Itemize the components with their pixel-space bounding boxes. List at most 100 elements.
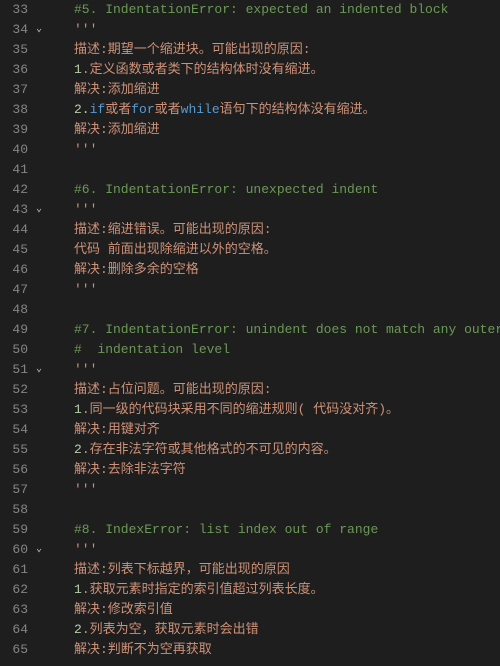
code-token: 1 (74, 402, 82, 417)
code-token: #6. IndentationError: unexpected indent (74, 182, 378, 197)
code-line[interactable]: ''' (46, 360, 500, 380)
code-token: 语句下的结构体没有缩进。 (220, 102, 376, 117)
line-number: 57 (0, 480, 28, 500)
chevron-down-icon[interactable]: ⌄ (32, 540, 46, 560)
code-line[interactable]: 描述:占位问题。可能出现的原因: (46, 380, 500, 400)
code-line[interactable]: # indentation level (46, 340, 500, 360)
code-line[interactable] (46, 500, 500, 520)
code-line[interactable]: #6. IndentationError: unexpected indent (46, 180, 500, 200)
code-token: 描述:占位问题。可能出现的原因: (74, 382, 272, 397)
line-number: 43 (0, 200, 28, 220)
code-token: ''' (74, 362, 97, 377)
line-number: 47 (0, 280, 28, 300)
code-token: #8. IndexError: list index out of range (74, 522, 378, 537)
code-line[interactable]: 2.列表为空，获取元素时会出错 (46, 620, 500, 640)
code-line[interactable]: ''' (46, 140, 500, 160)
code-line[interactable]: 解决:删除多余的空格 (46, 260, 500, 280)
code-token: .定义函数或者类下的结构体时没有缩进。 (82, 62, 324, 77)
code-token: .同一级的代码块采用不同的缩进规则( 代码没对齐)。 (82, 402, 399, 417)
line-number: 45 (0, 240, 28, 260)
line-number: 56 (0, 460, 28, 480)
code-line[interactable]: 描述:缩进错误。可能出现的原因: (46, 220, 500, 240)
chevron-down-icon[interactable]: ⌄ (32, 20, 46, 40)
code-line[interactable]: 解决:添加缩进 (46, 120, 500, 140)
code-line[interactable]: #7. IndentationError: unindent does not … (46, 320, 500, 340)
code-token: 描述:缩进错误。可能出现的原因: (74, 222, 272, 237)
line-number: 63 (0, 600, 28, 620)
code-token: 或者 (105, 102, 131, 117)
code-line[interactable]: ''' (46, 540, 500, 560)
code-line[interactable]: 解决:修改索引值 (46, 600, 500, 620)
code-token: 或者 (155, 102, 181, 117)
code-line[interactable]: 1.同一级的代码块采用不同的缩进规则( 代码没对齐)。 (46, 400, 500, 420)
line-number: 58 (0, 500, 28, 520)
code-token: 解决:添加缩进 (74, 82, 160, 97)
code-line[interactable]: #5. IndentationError: expected an indent… (46, 0, 500, 20)
code-token: .列表为空，获取元素时会出错 (82, 622, 259, 637)
code-line[interactable]: 2.存在非法字符或其他格式的不可见的内容。 (46, 440, 500, 460)
line-number: 65 (0, 640, 28, 660)
code-token: 2 (74, 622, 82, 637)
chevron-down-icon[interactable]: ⌄ (32, 200, 46, 220)
fold-column: ⌄ ⌄ ⌄ ⌄ (32, 0, 46, 666)
chevron-down-icon[interactable]: ⌄ (32, 360, 46, 380)
line-number: 60 (0, 540, 28, 560)
code-line[interactable]: ''' (46, 480, 500, 500)
line-number: 50 (0, 340, 28, 360)
code-token: ''' (74, 542, 97, 557)
code-line[interactable]: ''' (46, 20, 500, 40)
code-token: .存在非法字符或其他格式的不可见的内容。 (82, 442, 337, 457)
code-area[interactable]: #5. IndentationError: expected an indent… (46, 0, 500, 666)
code-token: ''' (74, 202, 97, 217)
code-token: # indentation level (74, 342, 230, 357)
line-number: 55 (0, 440, 28, 460)
line-number: 54 (0, 420, 28, 440)
code-line[interactable]: #8. IndexError: list index out of range (46, 520, 500, 540)
code-line[interactable]: ''' (46, 280, 500, 300)
line-number: 44 (0, 220, 28, 240)
line-number: 35 (0, 40, 28, 60)
code-line[interactable]: 代码 前面出现除缩进以外的空格。 (46, 240, 500, 260)
code-token: 描述:期望一个缩进块。可能出现的原因: (74, 42, 311, 57)
line-number: 33 (0, 0, 28, 20)
code-token: 代码 前面出现除缩进以外的空格。 (74, 242, 277, 257)
code-token: for (131, 102, 154, 117)
code-line[interactable]: 解决:去除非法字符 (46, 460, 500, 480)
code-token: 描述:列表下标越界，可能出现的原因 (74, 562, 290, 577)
line-number: 59 (0, 520, 28, 540)
code-line[interactable]: 描述:列表下标越界，可能出现的原因 (46, 560, 500, 580)
code-line[interactable]: 1.定义函数或者类下的结构体时没有缩进。 (46, 60, 500, 80)
code-line[interactable]: 1.获取元素时指定的索引值超过列表长度。 (46, 580, 500, 600)
code-line[interactable]: ''' (46, 200, 500, 220)
line-number: 64 (0, 620, 28, 640)
code-line[interactable]: 解决:判断不为空再获取 (46, 640, 500, 660)
line-number: 52 (0, 380, 28, 400)
code-token: #5. IndentationError: expected an indent… (74, 2, 448, 17)
line-number: 53 (0, 400, 28, 420)
code-editor[interactable]: 3334353637383940414243444546474849505152… (0, 0, 500, 666)
code-token: 解决:去除非法字符 (74, 462, 186, 477)
code-line[interactable] (46, 160, 500, 180)
code-token: ''' (74, 482, 97, 497)
line-number-gutter: 3334353637383940414243444546474849505152… (0, 0, 32, 666)
code-line[interactable]: 2.if或者for或者while语句下的结构体没有缩进。 (46, 100, 500, 120)
code-line[interactable] (46, 300, 500, 320)
line-number: 37 (0, 80, 28, 100)
code-line[interactable]: 解决:添加缩进 (46, 80, 500, 100)
code-token: ''' (74, 142, 97, 157)
code-token: ''' (74, 22, 97, 37)
code-token: 2 (74, 442, 82, 457)
line-number: 61 (0, 560, 28, 580)
line-number: 38 (0, 100, 28, 120)
code-line[interactable]: 描述:期望一个缩进块。可能出现的原因: (46, 40, 500, 60)
line-number: 40 (0, 140, 28, 160)
code-line[interactable]: 解决:用键对齐 (46, 420, 500, 440)
code-token: .获取元素时指定的索引值超过列表长度。 (82, 582, 324, 597)
code-token: 1 (74, 582, 82, 597)
code-token: 1 (74, 62, 82, 77)
line-number: 62 (0, 580, 28, 600)
line-number: 34 (0, 20, 28, 40)
line-number: 51 (0, 360, 28, 380)
code-token: 2. (74, 102, 90, 117)
line-number: 36 (0, 60, 28, 80)
